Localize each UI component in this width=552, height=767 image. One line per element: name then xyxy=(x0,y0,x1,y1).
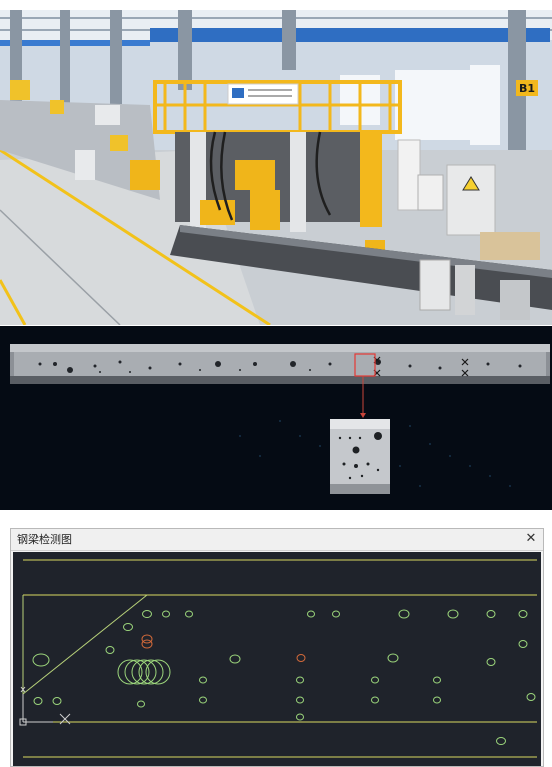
detection-drawing-canvas[interactable] xyxy=(13,552,541,766)
beam-scan-panel xyxy=(0,326,552,510)
composite-figure: B1 钢梁检测图 ✕ xyxy=(0,0,552,767)
zoom-inset xyxy=(330,419,390,494)
close-icon[interactable]: ✕ xyxy=(523,531,539,547)
window-titlebar: 钢梁检测图 ✕ xyxy=(11,529,543,551)
column-sign-label: B1 xyxy=(519,82,535,95)
beam-detection-window: 钢梁检测图 ✕ xyxy=(10,528,544,767)
factory-photo: B1 xyxy=(0,10,552,325)
window-title: 钢梁检测图 xyxy=(17,533,72,546)
